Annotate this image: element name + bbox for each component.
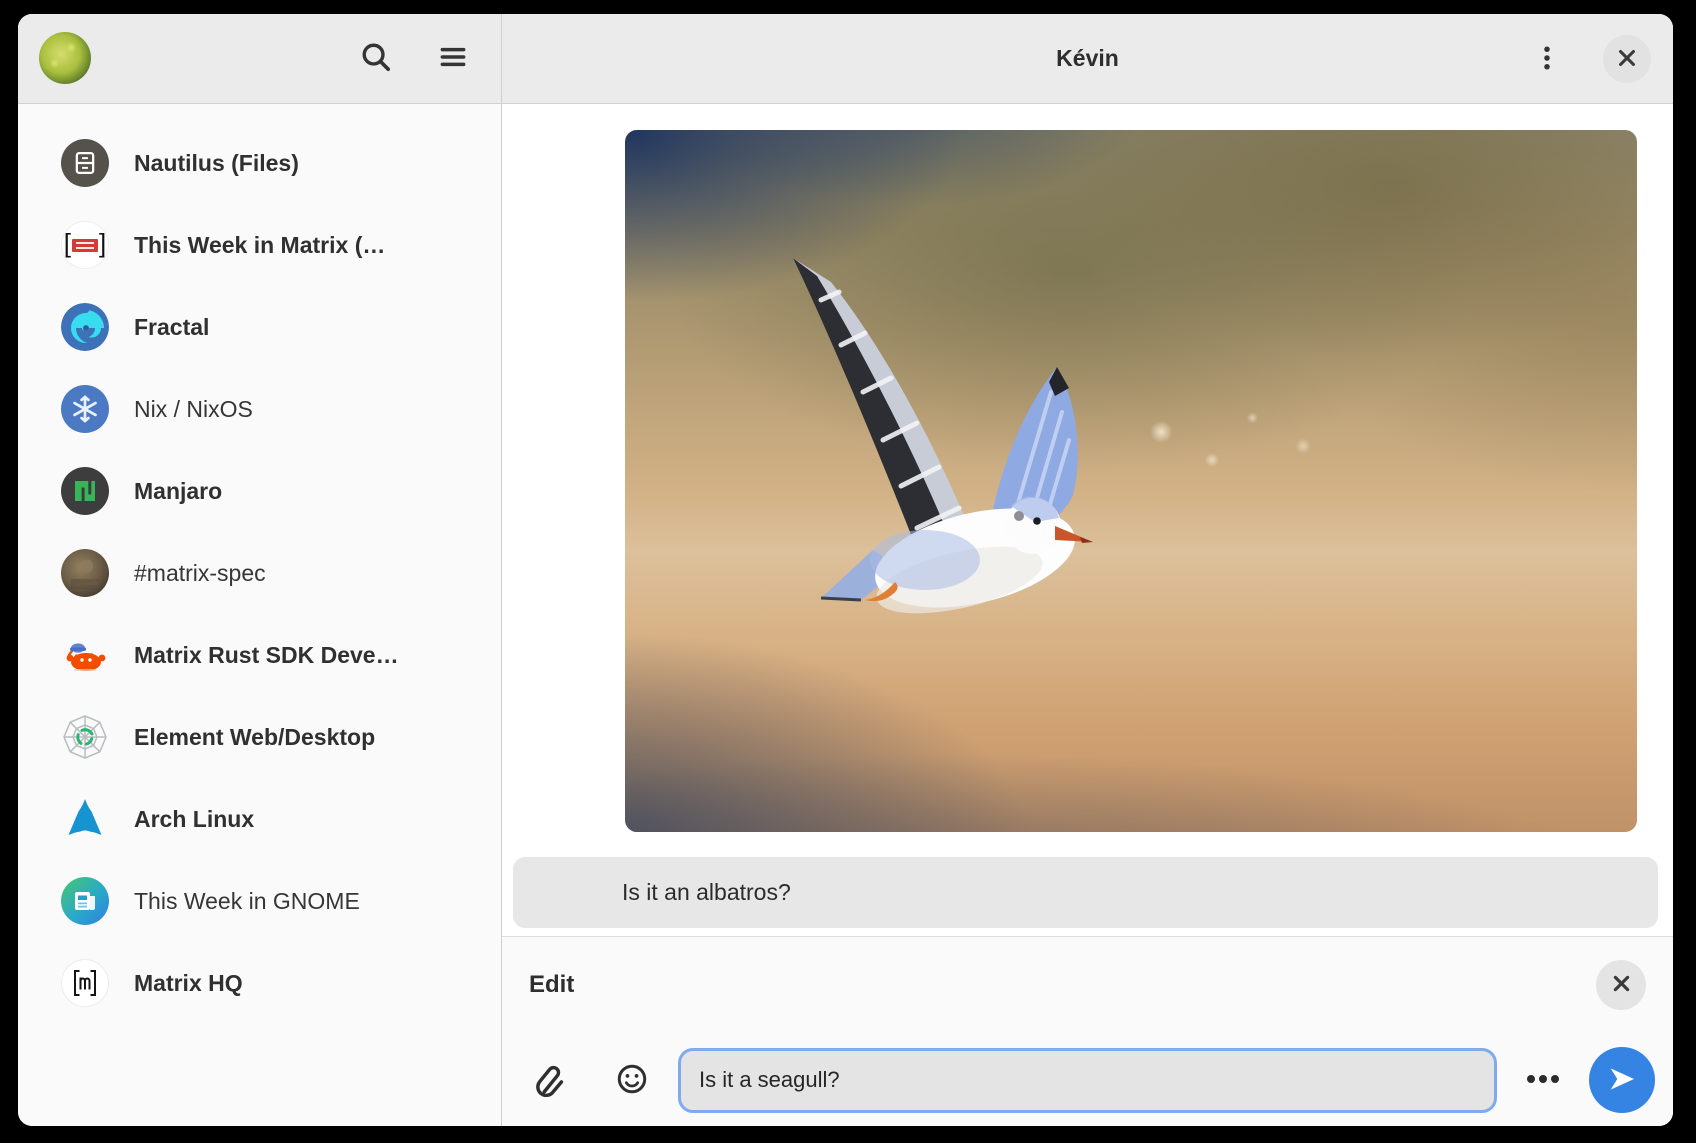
sidebar-item-matrix-rust-sdk[interactable]: Matrix Rust SDK Deve…: [18, 614, 501, 696]
manjaro-avatar: [61, 467, 109, 515]
nixos-avatar: [61, 385, 109, 433]
matrix-hq-avatar: [61, 959, 109, 1007]
chat-title: Kévin: [1056, 45, 1119, 72]
sidebar-item-arch-linux[interactable]: Arch Linux: [18, 778, 501, 860]
room-name: Arch Linux: [134, 806, 254, 833]
sidebar-header: [18, 14, 501, 104]
room-name: Fractal: [134, 314, 209, 341]
room-name: Nautilus (Files): [134, 150, 299, 177]
room-name: This Week in GNOME: [134, 888, 360, 915]
emoji-button[interactable]: [614, 1062, 650, 1098]
room-name: Matrix Rust SDK Deve…: [134, 642, 399, 669]
search-button[interactable]: [358, 40, 394, 76]
room-name: Element Web/Desktop: [134, 724, 375, 751]
main-menu-button[interactable]: [435, 40, 471, 76]
message-bubble-editing[interactable]: Is it an albatros?: [513, 857, 1658, 928]
chat-pane: Kévin: [502, 14, 1673, 1126]
message-history: Is it an albatros? Edit: [502, 104, 1673, 1126]
nautilus-avatar: [61, 139, 109, 187]
twim-avatar: []: [61, 221, 109, 269]
message-input[interactable]: [678, 1048, 1497, 1113]
sidebar-item-nautilus[interactable]: Nautilus (Files): [18, 122, 501, 204]
edit-bar: Edit: [502, 937, 1673, 1033]
sidebar-item-element[interactable]: Element Web/Desktop: [18, 696, 501, 778]
paper-plane-send-icon: [1606, 1063, 1638, 1098]
smiley-icon: [615, 1062, 649, 1099]
close-window-button[interactable]: [1603, 35, 1651, 83]
close-icon: [1616, 47, 1638, 72]
hamburger-menu-icon: [437, 41, 469, 76]
matrix-spec-avatar: [61, 549, 109, 597]
sidebar-item-fractal[interactable]: Fractal: [18, 286, 501, 368]
sidebar: Nautilus (Files) [] This Week in Matrix …: [18, 14, 502, 1126]
fractal-avatar: [61, 303, 109, 351]
seagull-illustration: [625, 130, 1637, 832]
message-image-seagull[interactable]: [625, 130, 1637, 832]
room-name: This Week in Matrix (…: [134, 232, 385, 259]
attach-file-button[interactable]: [532, 1062, 568, 1098]
composer: [502, 1033, 1673, 1126]
element-web-avatar: [61, 713, 109, 761]
send-button[interactable]: [1589, 1047, 1655, 1113]
sidebar-item-twim[interactable]: [] This Week in Matrix (…: [18, 204, 501, 286]
sidebar-item-matrix-hq[interactable]: Matrix HQ: [18, 942, 501, 1024]
edit-panel: Edit: [502, 936, 1673, 1126]
room-list: Nautilus (Files) [] This Week in Matrix …: [18, 104, 501, 1024]
room-name: #matrix-spec: [134, 560, 266, 587]
chat-header: Kévin: [502, 14, 1673, 104]
room-menu-button[interactable]: [1529, 41, 1565, 77]
fractal-app-window: Nautilus (Files) [] This Week in Matrix …: [18, 14, 1673, 1126]
sidebar-item-matrix-spec[interactable]: #matrix-spec: [18, 532, 501, 614]
search-icon: [359, 40, 393, 77]
ellipsis-icon: [1524, 1069, 1562, 1092]
close-icon: [1611, 973, 1632, 997]
room-name: Manjaro: [134, 478, 222, 505]
paperclip-icon: [532, 1061, 568, 1100]
ferris-crab-avatar: [61, 631, 109, 679]
room-name: Matrix HQ: [134, 970, 243, 997]
more-options-button[interactable]: [1521, 1062, 1565, 1098]
edit-label: Edit: [529, 971, 574, 999]
message-text: Is it an albatros?: [622, 879, 791, 906]
twig-avatar: [61, 877, 109, 925]
three-dot-menu-icon: [1532, 43, 1562, 76]
arch-linux-avatar: [61, 795, 109, 843]
cancel-edit-button[interactable]: [1596, 960, 1646, 1010]
sidebar-item-nixos[interactable]: Nix / NixOS: [18, 368, 501, 450]
sidebar-item-manjaro[interactable]: Manjaro: [18, 450, 501, 532]
room-name: Nix / NixOS: [134, 396, 253, 423]
user-avatar[interactable]: [39, 32, 91, 84]
sidebar-item-twig[interactable]: This Week in GNOME: [18, 860, 501, 942]
